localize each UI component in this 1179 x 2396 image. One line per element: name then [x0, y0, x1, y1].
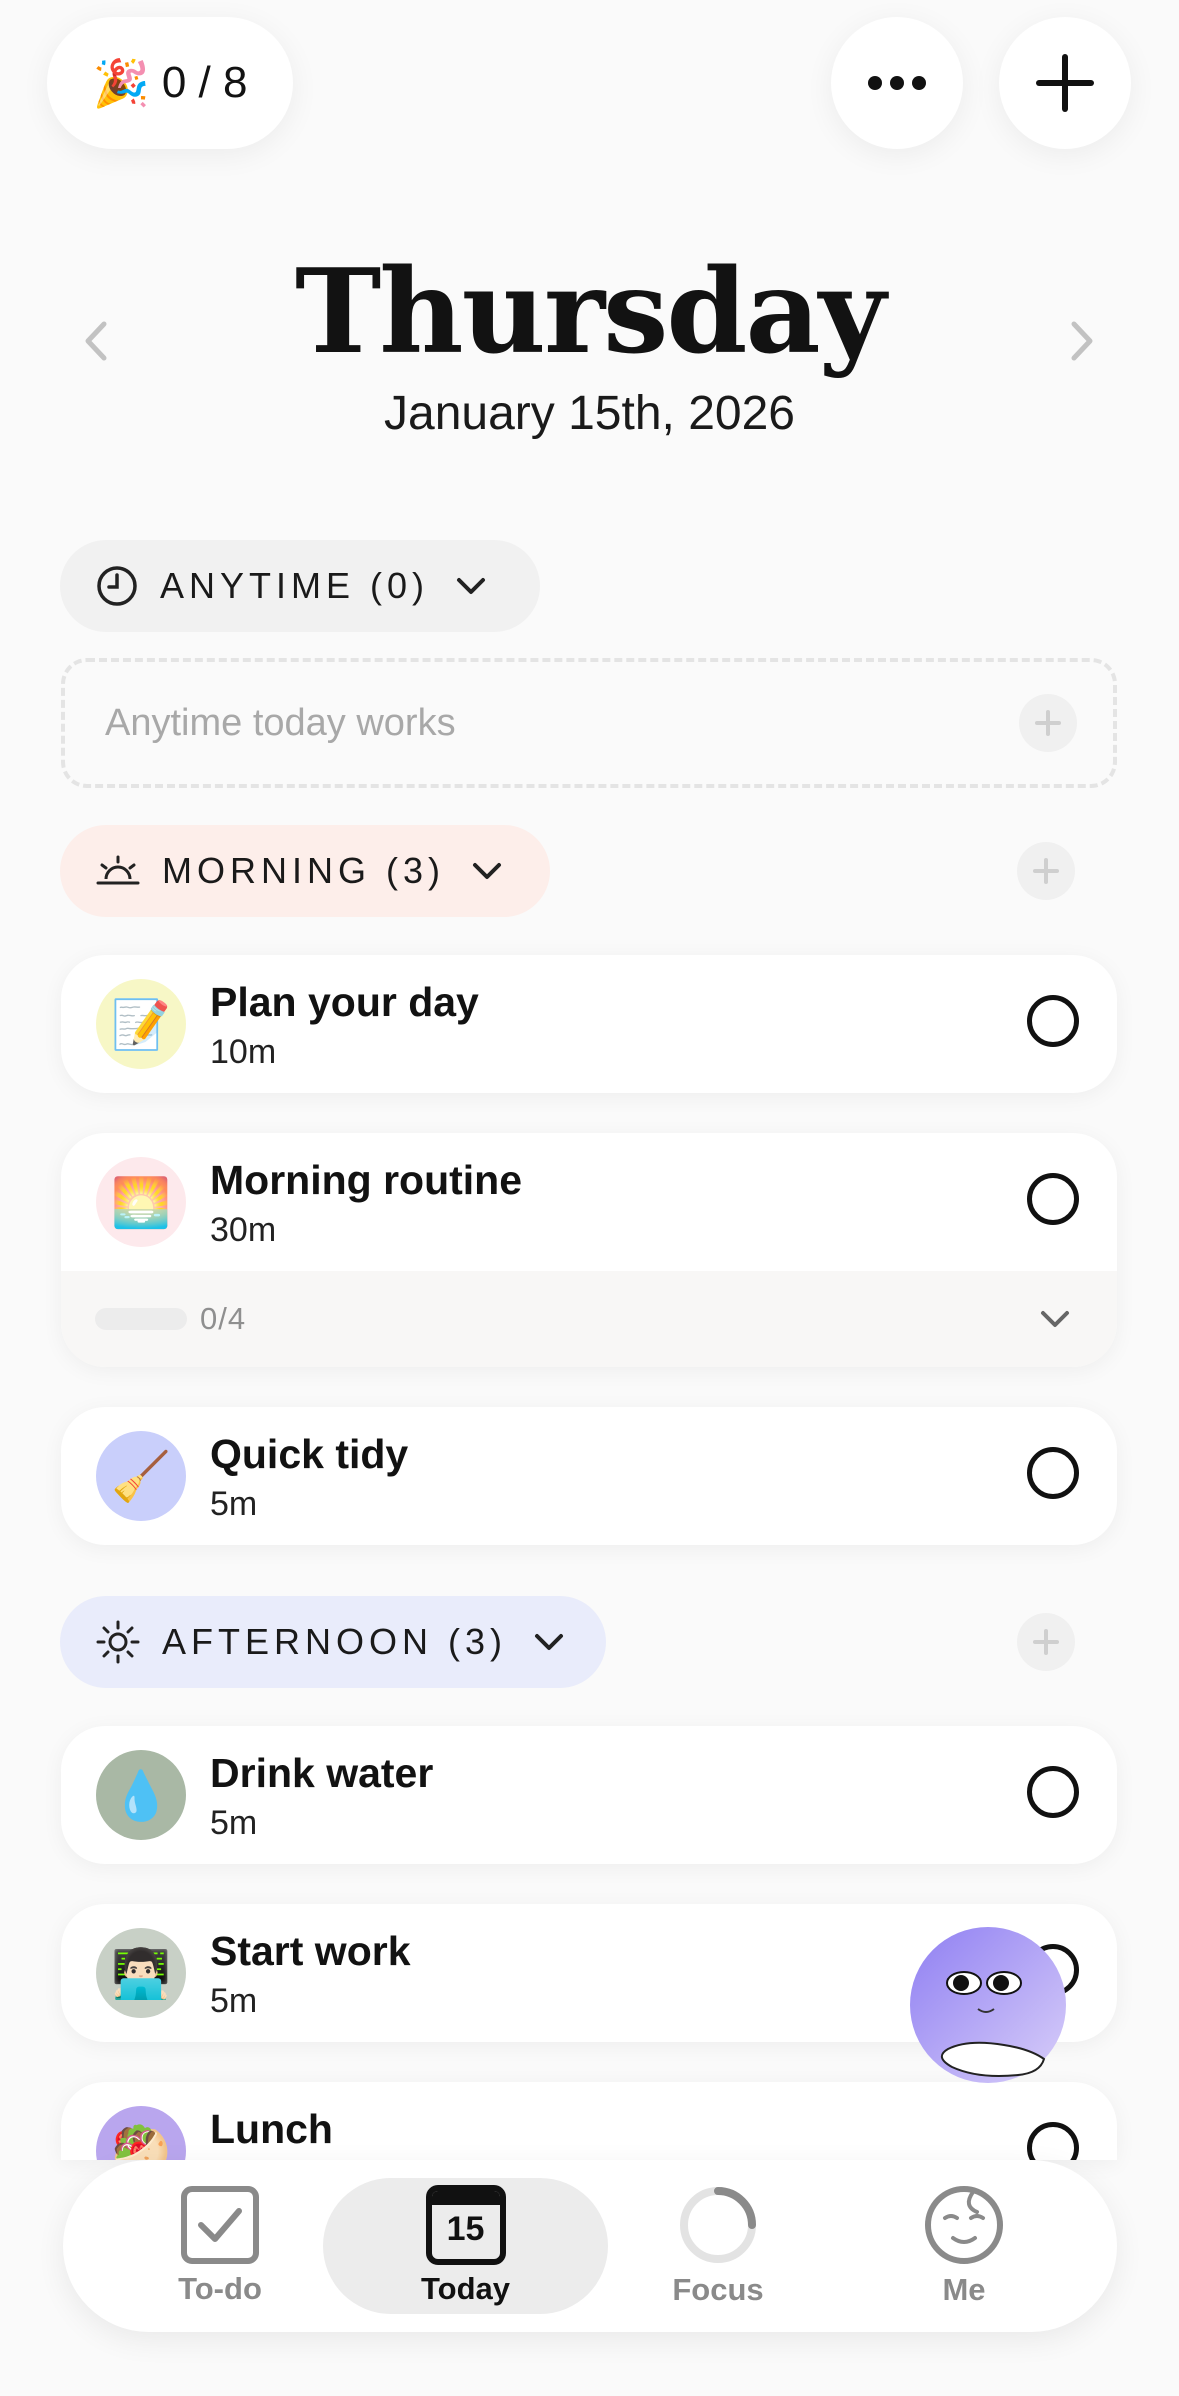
task-duration: 30m [210, 1211, 277, 1249]
task-duration: 5m [210, 1804, 258, 1842]
chevron-down-icon[interactable] [1039, 1309, 1071, 1329]
weekday-title: Thursday [294, 244, 886, 380]
afternoon-section-toggle[interactable]: AFTERNOON (3) [60, 1596, 606, 1688]
checkbox-icon [181, 2186, 259, 2264]
more-dots-icon [868, 76, 926, 90]
assistant-mascot-button[interactable] [908, 1927, 1068, 2097]
tab-me[interactable]: Me [869, 2160, 1059, 2332]
chevron-down-icon [457, 578, 486, 594]
subtask-count: 0/4 [200, 1301, 247, 1336]
task-title: Drink water [210, 1750, 434, 1796]
task-duration: 10m [210, 1033, 277, 1071]
plus-icon [1033, 1629, 1059, 1655]
afternoon-add-button[interactable] [1017, 1613, 1075, 1671]
subtask-progress-track [95, 1308, 187, 1330]
tab-today[interactable]: 15 Today [323, 2160, 608, 2332]
afternoon-section-label: AFTERNOON (3) [162, 1621, 508, 1662]
tab-label: Me [942, 2272, 986, 2307]
add-task-button[interactable] [999, 17, 1131, 149]
progress-counter: 0 / 8 [161, 58, 248, 107]
tab-label: To-do [178, 2271, 262, 2306]
sunrise-icon: 🌅 [96, 1157, 186, 1247]
task-card-quick-tidy[interactable]: 🧹 Quick tidy 5m [61, 1407, 1117, 1545]
morning-section-label: MORNING (3) [162, 850, 445, 891]
party-popper-icon: 🎉 [92, 57, 150, 109]
more-options-button[interactable] [831, 17, 963, 149]
anytime-placeholder: Anytime today works [105, 702, 456, 744]
full-date: January 15th, 2026 [384, 387, 795, 440]
task-duration: 5m [210, 1982, 258, 2020]
task-complete-checkbox[interactable] [1027, 1447, 1079, 1499]
plus-icon [1035, 710, 1061, 736]
task-card-plan-your-day[interactable]: 📝 Plan your day 10m [61, 955, 1117, 1093]
tab-label: Focus [672, 2272, 764, 2307]
task-title: Quick tidy [210, 1431, 409, 1477]
anytime-section-toggle[interactable]: ANYTIME (0) [60, 540, 540, 632]
task-complete-checkbox[interactable] [1027, 995, 1079, 1047]
task-title: Start work [210, 1928, 411, 1974]
task-card-drink-water[interactable]: 💧 Drink water 5m [61, 1726, 1117, 1864]
calendar-icon: 15 [425, 2185, 506, 2265]
task-title: Plan your day [210, 979, 479, 1025]
plus-icon [1036, 54, 1094, 112]
task-card-morning-routine[interactable]: 🌅 Morning routine 30m 0/4 [61, 1133, 1117, 1367]
progress-pill[interactable]: 🎉 0 / 8 [47, 17, 293, 149]
task-title: Lunch [210, 2106, 333, 2152]
subtasks-bar[interactable]: 0/4 [61, 1271, 1117, 1367]
task-title: Morning routine [210, 1157, 523, 1203]
tab-focus[interactable]: Focus [623, 2160, 813, 2332]
morning-section-toggle[interactable]: MORNING (3) [60, 825, 550, 917]
sun-icon [96, 1620, 140, 1664]
anytime-empty-dropzone[interactable]: Anytime today works [61, 658, 1117, 788]
droplet-icon: 💧 [96, 1750, 186, 1840]
tab-label: Today [421, 2271, 510, 2306]
progress-ring-icon [680, 2187, 756, 2263]
task-complete-checkbox[interactable] [1027, 1766, 1079, 1818]
task-duration: 5m [210, 1485, 258, 1523]
plus-icon [1033, 858, 1059, 884]
morning-add-button[interactable] [1017, 842, 1075, 900]
sunrise-outline-icon [96, 855, 140, 885]
task-complete-checkbox[interactable] [1027, 2122, 1079, 2160]
chevron-down-icon [473, 863, 501, 879]
anytime-section-label: ANYTIME (0) [160, 565, 430, 606]
anytime-add-button[interactable] [1019, 694, 1077, 752]
bottom-tab-bar: To-do 15 Today Focus Me [63, 2160, 1117, 2332]
assistant-face-icon [910, 1927, 1066, 2083]
chevron-down-icon [535, 1634, 564, 1650]
task-complete-checkbox[interactable] [1027, 1173, 1079, 1225]
memo-icon: 📝 [96, 979, 186, 1069]
face-icon [925, 2186, 1003, 2264]
food-icon: 🥙 [96, 2106, 186, 2160]
clock-icon [97, 566, 137, 606]
broom-icon: 🧹 [96, 1431, 186, 1521]
tab-to-do[interactable]: To-do [125, 2160, 315, 2332]
technologist-icon: 👨🏻‍💻 [96, 1928, 186, 2018]
